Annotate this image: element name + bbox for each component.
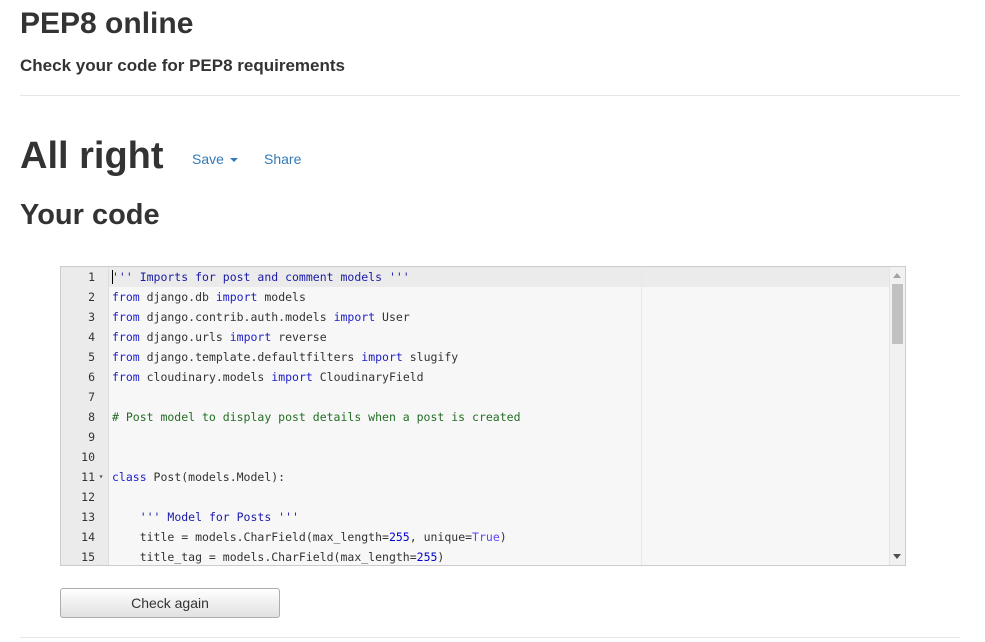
code-token: Post(models.Model): xyxy=(146,470,286,484)
code-editor[interactable]: 1 ''' Imports for post and comment models… xyxy=(60,266,906,566)
code-line[interactable]: 6 from cloudinary.models import Cloudinar… xyxy=(61,367,891,387)
line-number: 8 xyxy=(88,410,95,424)
code-token: 255 xyxy=(416,550,438,564)
code-token: import xyxy=(229,330,272,344)
code-line[interactable]: 9 xyxy=(61,427,891,447)
code-lines[interactable]: 1 ''' Imports for post and comment models… xyxy=(61,267,891,565)
line-number: 15 xyxy=(81,550,95,564)
code-text: class Post(models.Model): xyxy=(112,467,285,487)
code-line[interactable]: 3 from django.contrib.auth.models import … xyxy=(61,307,891,327)
code-token: from xyxy=(112,370,140,384)
line-number: 5 xyxy=(88,350,95,364)
code-token: import xyxy=(361,350,403,364)
text-cursor xyxy=(112,270,113,284)
code-token: CloudinaryField xyxy=(312,370,424,384)
code-text: from cloudinary.models import Cloudinary… xyxy=(112,367,424,387)
code-line[interactable]: 7 xyxy=(61,387,891,407)
code-token: cloudinary.models xyxy=(139,370,272,384)
code-token: True xyxy=(472,530,500,544)
code-line[interactable]: 14 title = models.CharField(max_length=2… xyxy=(61,527,891,547)
code-line[interactable]: 13 ''' Model for Posts ''' xyxy=(61,507,891,527)
code-token: ''' Model for Posts ''' xyxy=(139,510,299,524)
code-token: ) xyxy=(499,530,507,544)
divider xyxy=(20,637,960,638)
line-number: 13 xyxy=(81,510,95,524)
code-line[interactable]: 4 from django.urls import reverse xyxy=(61,327,891,347)
line-number: 11 xyxy=(81,470,95,484)
check-again-button[interactable]: Check again xyxy=(60,588,280,618)
code-line[interactable]: 2 from django.db import models xyxy=(61,287,891,307)
line-number: 3 xyxy=(88,310,95,324)
code-token: slugify xyxy=(402,350,459,364)
site-subtitle: Check your code for PEP8 requirements xyxy=(20,56,345,75)
line-number: 9 xyxy=(88,430,95,444)
code-text: from django.template.defaultfilters impo… xyxy=(112,347,458,367)
code-line[interactable]: 15 title_tag = models.CharField(max_leng… xyxy=(61,547,891,565)
code-heading: Your code xyxy=(20,199,160,231)
code-line[interactable]: 12 xyxy=(61,487,891,507)
code-token: django.contrib.auth.models xyxy=(139,310,334,324)
code-token: import xyxy=(271,370,313,384)
editor-scrollbar[interactable] xyxy=(889,267,905,565)
code-line[interactable]: 8 # Post model to display post details wh… xyxy=(61,407,891,427)
code-text: from django.contrib.auth.models import U… xyxy=(112,307,410,327)
code-text: title = models.CharField(max_length=255,… xyxy=(112,527,507,547)
line-number: 4 xyxy=(88,330,95,344)
line-number: 14 xyxy=(81,530,95,544)
line-number: 2 xyxy=(88,290,95,304)
code-token: reverse xyxy=(271,330,327,344)
code-token: from xyxy=(112,350,140,364)
scroll-down-icon[interactable] xyxy=(893,554,901,559)
code-token: User xyxy=(375,310,410,324)
code-text: from django.db import models xyxy=(112,287,306,307)
save-label: Save xyxy=(192,151,224,167)
result-heading: All right xyxy=(20,135,164,177)
line-number: 7 xyxy=(88,390,95,404)
line-number: 10 xyxy=(81,450,95,464)
code-text: # Post model to display post details whe… xyxy=(112,407,521,427)
line-number: 6 xyxy=(88,370,95,384)
code-token: class xyxy=(112,470,147,484)
code-token: import xyxy=(215,290,258,304)
code-token: models xyxy=(257,290,306,304)
code-token: title = models.CharField(max_length= xyxy=(112,530,389,544)
save-dropdown-button[interactable]: Save xyxy=(192,151,238,167)
code-line[interactable]: 11 ▾ class Post(models.Model): xyxy=(61,467,891,487)
code-token: ) xyxy=(437,550,445,564)
code-line[interactable]: 1 ''' Imports for post and comment models… xyxy=(61,267,891,287)
line-number: 12 xyxy=(81,490,95,504)
code-token: from xyxy=(112,310,140,324)
divider xyxy=(20,95,960,96)
site-title: PEP8 online xyxy=(20,7,194,40)
code-text: ''' Imports for post and comment models … xyxy=(112,267,410,287)
code-token: # Post model to display post details whe… xyxy=(112,410,521,424)
code-line[interactable]: 10 xyxy=(61,447,891,467)
scroll-up-icon[interactable] xyxy=(893,273,901,278)
code-token: import xyxy=(333,310,376,324)
share-link[interactable]: Share xyxy=(264,151,301,167)
code-token: django.template.defaultfilters xyxy=(139,350,362,364)
code-token: from xyxy=(112,290,140,304)
code-token: from xyxy=(112,330,140,344)
code-text: title_tag = models.CharField(max_length=… xyxy=(112,547,445,565)
code-line[interactable]: 5 from django.template.defaultfilters imp… xyxy=(61,347,891,367)
scrollbar-thumb[interactable] xyxy=(892,284,903,344)
code-token: django.db xyxy=(139,290,216,304)
code-token: ''' Imports for post and comment models … xyxy=(112,270,410,284)
code-text: ''' Model for Posts ''' xyxy=(112,507,299,527)
fold-toggle-icon[interactable]: ▾ xyxy=(97,467,105,487)
code-token: title_tag = models.CharField(max_length= xyxy=(112,550,417,564)
code-text: from django.urls import reverse xyxy=(112,327,327,347)
line-number: 1 xyxy=(88,270,95,284)
caret-down-icon xyxy=(229,158,238,163)
code-token: , unique= xyxy=(409,530,473,544)
code-token: 255 xyxy=(388,530,410,544)
code-token: django.urls xyxy=(139,330,230,344)
